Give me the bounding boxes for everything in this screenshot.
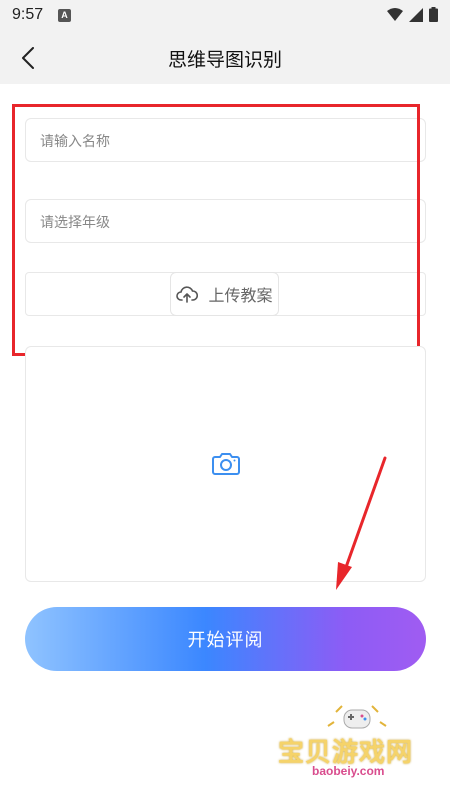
watermark: 宝贝游戏网 baobeiy.com — [270, 700, 450, 800]
camera-icon — [212, 453, 240, 475]
page-title: 思维导图识别 — [167, 49, 282, 71]
battery-icon — [429, 7, 438, 22]
header: 思维导图识别 — [0, 32, 450, 84]
watermark-url: baobeiy.com — [312, 764, 385, 778]
status-time: 9:57 — [12, 6, 44, 23]
photo-upload-area[interactable] — [25, 346, 426, 582]
annotation-highlight-box — [12, 104, 420, 356]
status-bar: 9:57 A — [0, 0, 450, 32]
wifi-icon — [387, 7, 403, 21]
start-review-label: 开始评阅 — [187, 630, 264, 651]
start-review-button[interactable]: 开始评阅 — [25, 607, 426, 671]
status-icons — [387, 7, 438, 22]
signal-icon — [409, 7, 423, 22]
gamepad-icon — [327, 705, 387, 729]
notification-icon: A — [58, 9, 71, 22]
